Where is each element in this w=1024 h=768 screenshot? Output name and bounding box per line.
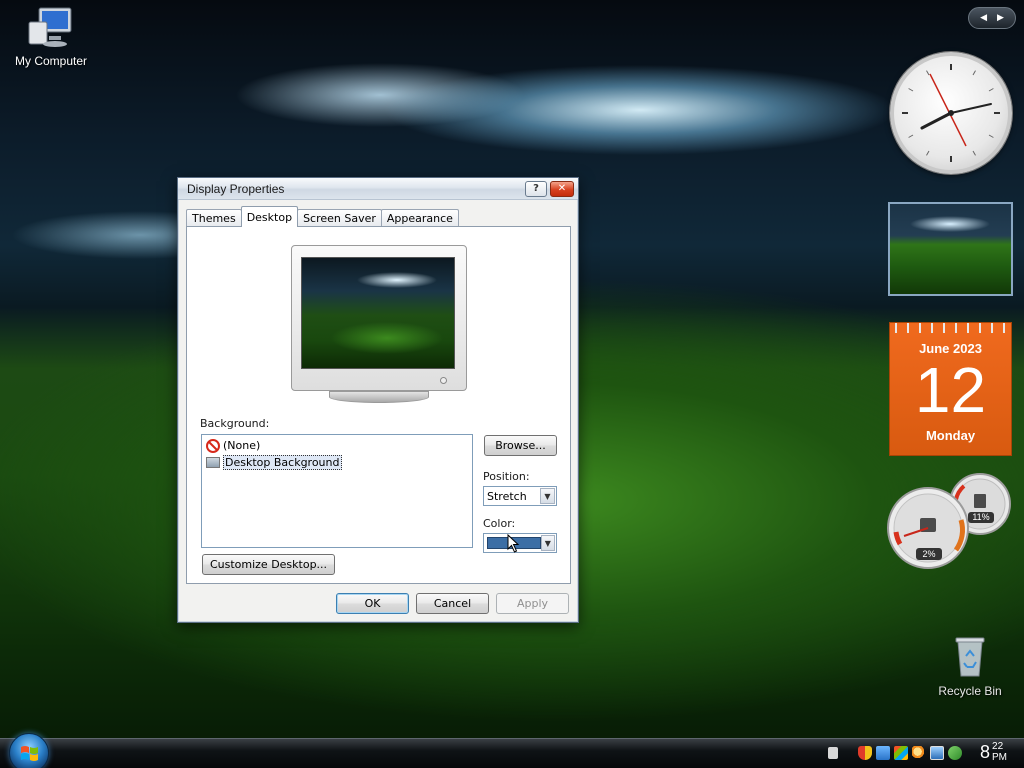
taskbar-clock[interactable]: 8 22 PM bbox=[980, 741, 1007, 763]
list-item-selected[interactable]: Desktop Background bbox=[206, 454, 468, 471]
my-computer-label: My Computer bbox=[14, 54, 88, 68]
tab-strip: Themes Desktop Screen Saver Appearance bbox=[186, 206, 459, 227]
list-item-label: Desktop Background bbox=[223, 455, 342, 470]
dialog-title: Display Properties bbox=[187, 181, 285, 196]
clock-hour: 8 bbox=[980, 742, 991, 762]
search-icon[interactable] bbox=[912, 746, 926, 760]
monitor-stand bbox=[329, 391, 429, 403]
chevron-down-icon: ▼ bbox=[540, 535, 555, 551]
analog-clock-face bbox=[902, 64, 1000, 162]
recycle-bin-desktop-icon[interactable]: Recycle Bin bbox=[925, 632, 1015, 698]
clock-gadget[interactable] bbox=[890, 52, 1012, 174]
start-button[interactable] bbox=[9, 733, 49, 768]
windows-update-icon[interactable] bbox=[894, 746, 908, 760]
calendar-binding bbox=[890, 323, 1011, 333]
image-icon bbox=[206, 457, 220, 468]
security-shield-icon[interactable] bbox=[858, 746, 872, 760]
previous-icon[interactable]: ◀ bbox=[980, 13, 987, 23]
calendar-gadget[interactable]: June 2023 12 Monday bbox=[889, 322, 1012, 456]
ok-button[interactable]: OK bbox=[336, 593, 409, 614]
slideshow-gadget[interactable] bbox=[888, 202, 1013, 296]
windows-logo-icon bbox=[21, 746, 38, 761]
position-value: Stretch bbox=[487, 489, 527, 503]
clock-minutes: 22 bbox=[992, 741, 1004, 752]
my-computer-desktop-icon[interactable]: My Computer bbox=[6, 6, 96, 68]
show-desktop-icon[interactable] bbox=[828, 747, 838, 759]
recycle-bin-icon bbox=[955, 637, 985, 677]
background-label: Background: bbox=[200, 417, 270, 430]
memory-usage-value: 11% bbox=[972, 512, 990, 522]
volume-icon[interactable] bbox=[948, 746, 962, 760]
calendar-day: 12 bbox=[914, 354, 987, 426]
system-tray bbox=[828, 741, 962, 765]
browse-button[interactable]: Browse... bbox=[484, 435, 557, 456]
cancel-button[interactable]: Cancel bbox=[416, 593, 489, 614]
monitor-power-led bbox=[440, 377, 447, 384]
position-label: Position: bbox=[483, 470, 530, 483]
next-icon[interactable]: ▶ bbox=[997, 13, 1004, 23]
recycle-bin-label: Recycle Bin bbox=[938, 684, 1002, 698]
cpu-usage-value: 2% bbox=[922, 549, 936, 559]
close-button[interactable]: ✕ bbox=[550, 180, 574, 197]
apply-button[interactable]: Apply bbox=[496, 593, 569, 614]
display-properties-dialog: Display Properties ? ✕ Themes Desktop Sc… bbox=[177, 177, 579, 623]
monitor-preview bbox=[291, 245, 467, 405]
dialog-titlebar[interactable]: Display Properties ? ✕ bbox=[178, 178, 578, 200]
meter-gauges bbox=[887, 473, 1011, 569]
computer-icon bbox=[28, 7, 72, 47]
mouse-pointer-icon bbox=[507, 534, 520, 553]
desktop-tab-panel: Background: (None) Desktop Background Br… bbox=[186, 226, 571, 584]
background-listbox[interactable]: (None) Desktop Background bbox=[201, 434, 473, 548]
wallpaper-preview bbox=[301, 257, 455, 369]
tab-screen-saver[interactable]: Screen Saver bbox=[297, 209, 382, 227]
chevron-down-icon: ▼ bbox=[540, 488, 555, 504]
calendar-weekday: Monday bbox=[925, 428, 976, 443]
customize-desktop-button[interactable]: Customize Desktop... bbox=[202, 554, 335, 575]
tab-themes[interactable]: Themes bbox=[186, 209, 242, 227]
tab-appearance[interactable]: Appearance bbox=[380, 209, 459, 227]
position-dropdown[interactable]: Stretch ▼ bbox=[483, 486, 557, 506]
network-icon[interactable] bbox=[876, 746, 890, 760]
no-entry-icon bbox=[206, 438, 220, 453]
sidebar-navigation[interactable]: ◀ ▶ bbox=[968, 7, 1016, 29]
tab-desktop[interactable]: Desktop bbox=[240, 206, 299, 227]
help-button[interactable]: ? bbox=[525, 180, 547, 197]
cpu-meter-gadget[interactable]: 2% 11% bbox=[886, 472, 1014, 572]
color-label: Color: bbox=[483, 517, 516, 530]
clock-ampm: PM bbox=[992, 752, 1008, 763]
display-icon[interactable] bbox=[930, 746, 944, 760]
list-item[interactable]: (None) bbox=[206, 437, 468, 454]
list-item-label: (None) bbox=[223, 439, 261, 452]
